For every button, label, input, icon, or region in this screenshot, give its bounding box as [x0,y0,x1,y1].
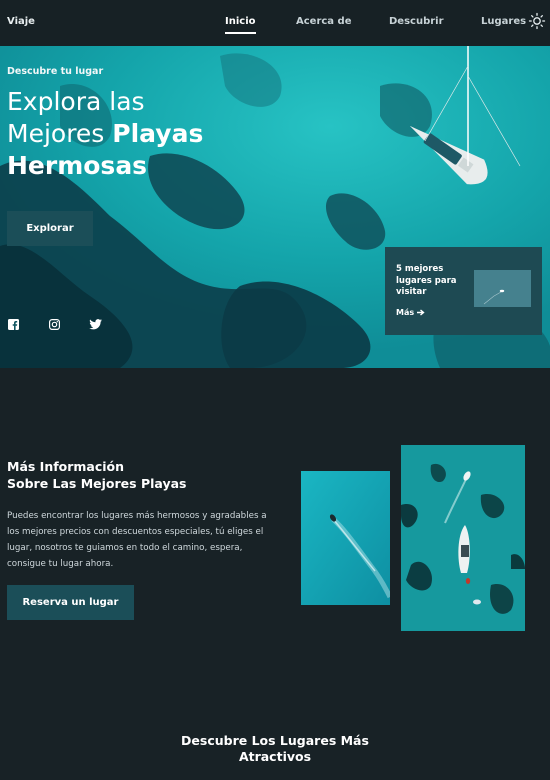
discover-title-line1: Descubre Los Lugares Más [181,733,369,748]
twitter-icon[interactable] [89,319,102,330]
hero-title: Explora las Mejores Playas Hermosas [7,86,247,182]
card-more-link[interactable]: Más [396,308,425,317]
nav-item-lugares[interactable]: Lugares [481,16,526,27]
nav-item-descubrir[interactable]: Descubrir [389,16,444,27]
speedboat-photo [301,471,390,605]
reserve-button[interactable]: Reserva un lugar [7,585,134,620]
nav-item-acerca-de[interactable]: Acerca de [296,16,351,27]
discover-title-line2: Atractivos [238,749,312,764]
discover-section-title: Descubre Los Lugares Más Atractivos [150,733,400,765]
hero-kicker: Descubre tu lugar [7,66,104,77]
hero-title-line2-regular: Mejores [7,119,113,148]
nav-item-inicio[interactable]: Inicio [225,16,256,34]
info-title-line2: Sobre Las Mejores Playas [7,476,187,491]
active-nav-underline [225,32,256,34]
nav-item-label: Inicio [225,16,256,27]
hero-title-line1: Explora las [7,87,145,116]
card-title: 5 mejores lugares para visitar [396,264,457,297]
instagram-icon[interactable] [49,319,60,330]
sun-icon[interactable] [528,12,546,30]
top-navbar: Viaje Inicio Acerca de Descubrir Lugares [0,0,550,46]
info-title-line1: Más Información [7,459,125,474]
card-thumbnail-image [474,270,531,307]
hero-title-line3-bold: Hermosas [7,151,148,180]
hero-title-line2-bold: Playas [112,119,204,148]
featured-places-card[interactable]: 5 mejores lugares para visitar Más [385,247,542,335]
info-description: Puedes encontrar los lugares más hermoso… [7,511,267,569]
brand-logo[interactable]: Viaje [7,16,35,27]
card-more-label: Más [396,308,415,317]
arrow-right-icon [416,309,425,316]
hero-section: Descubre tu lugar Explora las Mejores Pl… [0,46,550,368]
facebook-icon[interactable] [8,319,19,330]
explore-button[interactable]: Explorar [7,211,93,246]
info-title: Más Información Sobre Las Mejores Playas [7,458,257,492]
boats-aerial-photo [401,445,525,631]
